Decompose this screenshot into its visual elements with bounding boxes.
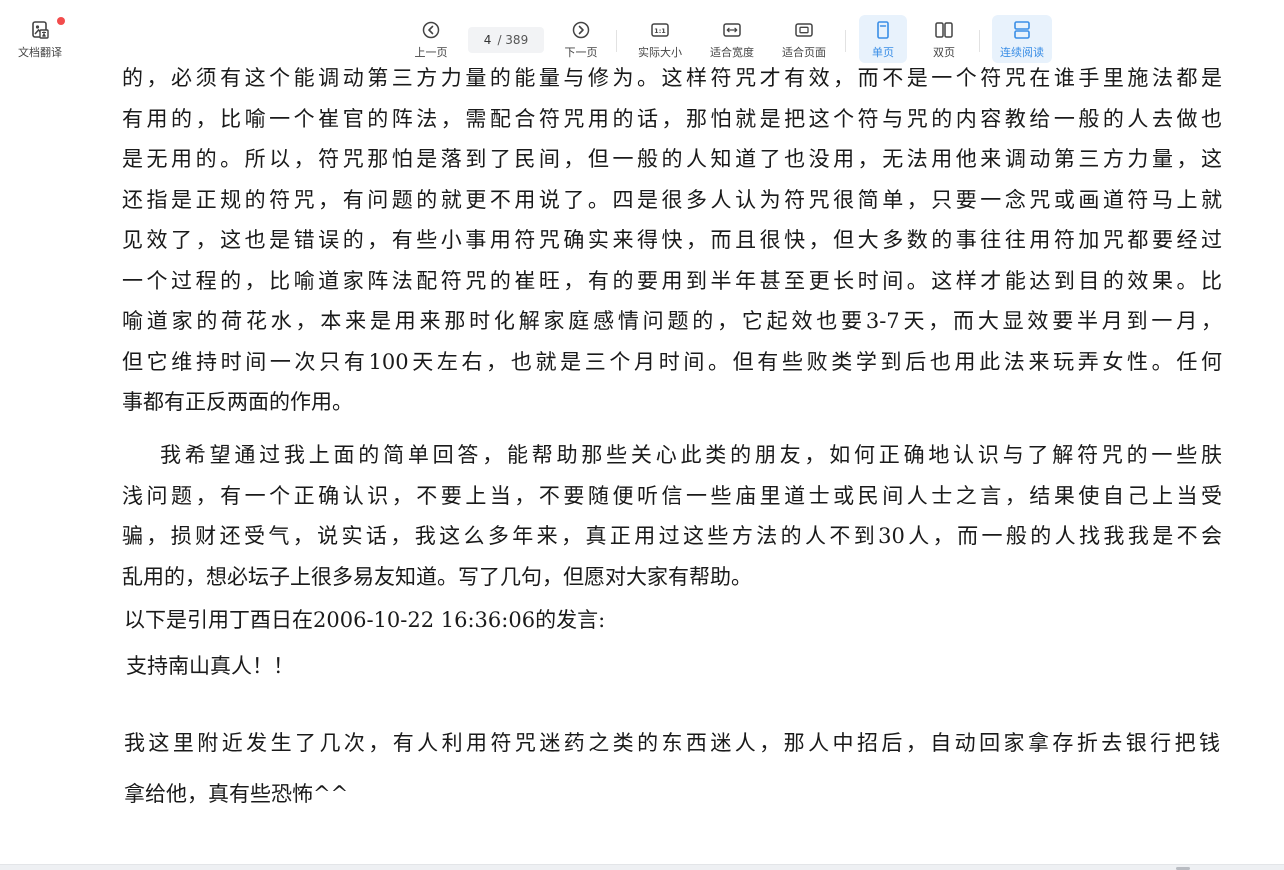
next-page-label: 下一页 [564, 46, 598, 59]
notification-dot [57, 17, 65, 25]
quote-header: 以下是引用丁酉日在2006-10-22 16:36:06的发言: [124, 608, 606, 632]
support-text: 支持南山真人！！ [126, 654, 294, 678]
text-line: 有用的，比喻一个崔官的阵法，需配合符咒用的话，那怕就是把这个符与咒的内容教给一般… [122, 106, 1222, 131]
text-line: 喻道家的荷花水，本来是用来那时化解家庭感情问题的，它起效也要3-7天，而大显效要… [122, 309, 1222, 333]
double-page-icon [935, 22, 953, 38]
svg-text:1:1: 1:1 [654, 27, 666, 35]
double-page-button[interactable]: 双页 [920, 20, 968, 66]
single-page-icon [877, 21, 889, 39]
continuous-reading-button[interactable]: 连续阅读 [992, 15, 1052, 63]
translate-icon [32, 21, 49, 39]
fit-width-label: 适合宽度 [710, 46, 754, 59]
current-page[interactable]: 4 [484, 33, 492, 47]
fit-page-icon [795, 23, 813, 37]
text-line: 事都有正反两面的作用。 [122, 390, 353, 414]
document-page-view[interactable]: 的，必须有这个能调动第三方力量的能量与修为。这样符咒才有效，而不是一个符咒在谁手… [0, 64, 1284, 864]
continuous-reading-label: 连续阅读 [1000, 46, 1044, 59]
fit-page-label: 适合页面 [782, 46, 826, 59]
actual-size-label: 实际大小 [638, 46, 682, 59]
fit-page-button[interactable]: 适合页面 [776, 20, 832, 66]
text-line: 乱用的，想必坛子上很多易友知道。写了几句，但愿对大家有帮助。 [122, 564, 752, 589]
paragraph-3: 我这里附近发生了几次，有人利用符咒迷药之类的东西迷人，那人中招后，自动回家拿存折… [124, 718, 1220, 820]
text-line: 见效了，这也是错误的，有些小事用符咒确实来得快，而且很快，但大多数的事往往用符加… [122, 228, 1222, 252]
page-number-input[interactable]: 4 / 389 [468, 27, 544, 53]
toolbar-divider [979, 30, 980, 52]
text-line: 拿给他，真有些恐怖^^ [124, 782, 349, 806]
horizontal-scrollbar[interactable] [0, 864, 1284, 870]
toolbar-divider [616, 30, 617, 52]
document-translate-button[interactable]: 文档翻译 [12, 20, 68, 66]
next-page-button[interactable]: 下一页 [558, 20, 604, 66]
actual-size-button[interactable]: 1:1 实际大小 [632, 20, 688, 66]
actual-size-icon: 1:1 [651, 23, 669, 37]
text-line: 的，必须有这个能调动第三方力量的能量与修为。这样符咒才有效，而不是一个符咒在谁手… [122, 66, 1222, 90]
reader-toolbar: 文档翻译 上一页 4 / 389 下一页 1:1 实际大小 适合宽度 适合页面 … [0, 0, 1284, 64]
text-line: 骗，损财还受气，说实话，我这么多年来，真正用过这些方法的人不到30人，而一般的人… [122, 524, 1222, 548]
text-line: 还指是正规的符咒，有问题的就更不用说了。四是很多人认为符咒很简单，只要一念咒或画… [122, 187, 1222, 212]
paragraph-2: 我希望通过我上面的简单回答，能帮助那些关心此类的朋友，如何正确地认识与了解符咒的… [122, 435, 1222, 597]
text-line: 一个过程的，比喻道家阵法配符咒的崔旺，有的要用到半年甚至更长时间。这样才能达到目… [122, 268, 1222, 293]
chevron-right-circle-icon [572, 21, 590, 39]
prev-page-button[interactable]: 上一页 [408, 20, 454, 66]
pdf-reader-window: 文档翻译 上一页 4 / 389 下一页 1:1 实际大小 适合宽度 适合页面 … [0, 0, 1284, 870]
fit-width-icon [723, 23, 741, 37]
text-line: 但它维持时间一次只有100天左右，也就是三个月时间。但有些败类学到后也用此法来玩… [122, 349, 1222, 374]
translate-label: 文档翻译 [18, 46, 62, 59]
text-line: 我这里附近发生了几次，有人利用符咒迷药之类的东西迷人，那人中招后，自动回家拿存折… [124, 731, 1220, 755]
fit-width-button[interactable]: 适合宽度 [704, 20, 760, 66]
toolbar-divider [845, 30, 846, 52]
prev-page-label: 上一页 [414, 46, 448, 59]
text-line: 我希望通过我上面的简单回答，能帮助那些关心此类的朋友，如何正确地认识与了解符咒的… [160, 443, 1222, 467]
total-pages: / 389 [497, 33, 529, 47]
single-page-button[interactable]: 单页 [859, 15, 907, 63]
chevron-left-circle-icon [422, 21, 440, 39]
text-line: 浅问题，有一个正确认识，不要上当，不要随便听信一些庙里道士或民间人士之言，结果使… [122, 483, 1222, 508]
text-line: 是无用的。所以，符咒那怕是落到了民间，但一般的人知道了也没用，无法用他来调动第三… [122, 147, 1222, 171]
single-page-label: 单页 [872, 46, 894, 59]
continuous-reading-icon [1014, 21, 1030, 39]
paragraph-1: 的，必须有这个能调动第三方力量的能量与修为。这样符咒才有效，而不是一个符咒在谁手… [122, 64, 1222, 423]
double-page-label: 双页 [933, 46, 955, 59]
